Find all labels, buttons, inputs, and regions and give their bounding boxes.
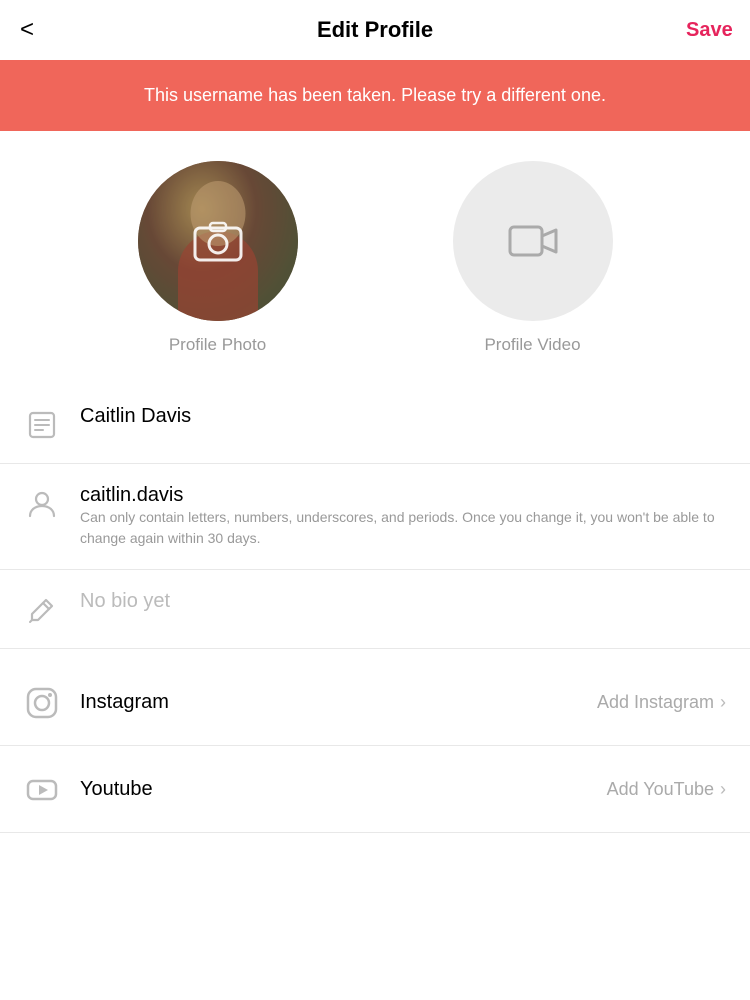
username-field[interactable]: caitlin.davis Can only contain letters, … [0,464,750,570]
error-message: This username has been taken. Please try… [144,85,606,105]
youtube-field[interactable]: Youtube Add YouTube › [0,746,750,833]
youtube-label: Youtube [80,778,587,801]
camera-overlay [138,161,298,321]
profile-photo-circle[interactable] [138,161,298,321]
profile-media-section: Profile Photo Profile Video [0,131,750,375]
camera-icon [191,214,245,268]
header: < Edit Profile Save [0,0,750,60]
social-section: Instagram Add Instagram › Youtube Add Yo… [0,659,750,833]
instagram-action: Add Instagram › [597,692,726,713]
name-value: Caitlin Davis [80,405,726,428]
bio-placeholder: No bio yet [80,590,170,612]
profile-video-circle[interactable] [453,161,613,321]
username-icon [24,486,60,522]
back-button[interactable]: < [20,16,64,44]
save-button[interactable]: Save [686,19,730,42]
page-title: Edit Profile [64,17,686,43]
bio-field-content: No bio yet [80,590,726,613]
username-value: caitlin.davis [80,484,726,507]
youtube-icon [24,772,60,808]
profile-video-item[interactable]: Profile Video [453,161,613,355]
instagram-field[interactable]: Instagram Add Instagram › [0,659,750,746]
error-banner: This username has been taken. Please try… [0,60,750,131]
profile-video-label: Profile Video [484,335,580,355]
instagram-chevron: › [720,692,726,713]
youtube-action: Add YouTube › [607,779,726,800]
instagram-icon [24,685,60,721]
bio-icon [24,592,60,628]
video-icon [506,214,560,268]
name-field[interactable]: Caitlin Davis [0,385,750,464]
instagram-label: Instagram [80,691,577,714]
profile-photo-label: Profile Photo [169,335,266,355]
username-field-content: caitlin.davis Can only contain letters, … [80,484,726,549]
form-section: Caitlin Davis caitlin.davis Can only con… [0,375,750,659]
bio-field[interactable]: No bio yet [0,570,750,649]
username-hint: Can only contain letters, numbers, under… [80,509,715,546]
name-field-content: Caitlin Davis [80,405,726,428]
name-icon [24,407,60,443]
profile-photo-item[interactable]: Profile Photo [138,161,298,355]
youtube-chevron: › [720,779,726,800]
